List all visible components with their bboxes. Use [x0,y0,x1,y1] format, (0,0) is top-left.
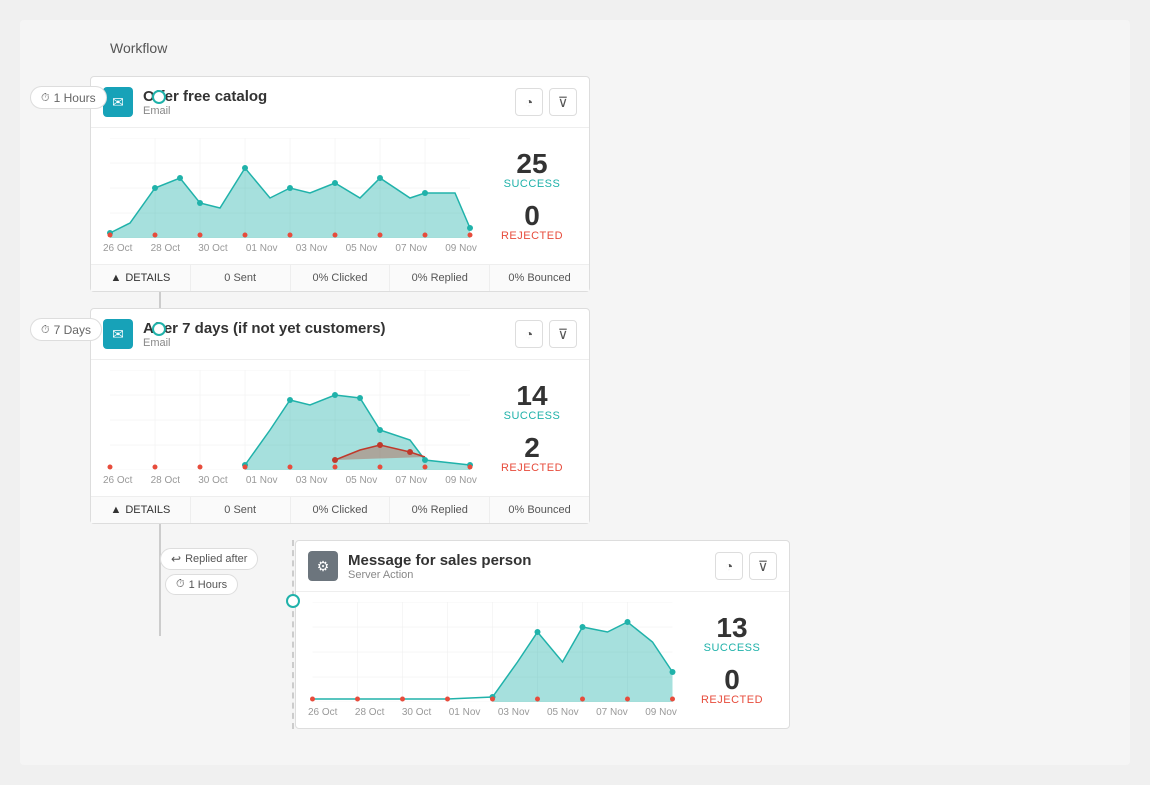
step2-header: ✉ After 7 days (if not yet customers) Em… [91,309,589,360]
filter-icon-sub [758,558,768,575]
sub-step-dot [286,594,300,608]
step1-replied-stat: 0% Replied [390,265,490,291]
step2-rejected-count: 2 [487,434,577,462]
sub-step-timer: ⏱ 1 Hours [165,574,238,595]
step1-success-count: 25 [487,150,577,178]
pie-icon-sub [725,558,733,574]
step1-filter-btn[interactable] [549,88,577,116]
sub-success-label: SUCCESS [687,642,777,654]
step2-wrapper: 7 Days ✉ After 7 days (if not yet custom… [30,308,1110,524]
step1-email-icon: ✉ [103,87,133,117]
step1-rejected-label: REJECTED [487,230,577,242]
step1-body: 26 Oct 28 Oct 30 Oct 01 Nov 03 Nov 05 No… [91,128,589,264]
step2-clicked-stat: 0% Clicked [291,497,391,523]
clock-icon-2 [41,322,50,337]
sub-gear-icon: ⚙ [308,551,338,581]
sub-chart-labels: 26 Oct 28 Oct 30 Oct 01 Nov 03 Nov 05 No… [308,707,677,718]
step2-details-btn[interactable]: ▲ DETAILS [91,497,191,523]
sub-success-count: 13 [687,614,777,642]
step1-clicked-stat: 0% Clicked [291,265,391,291]
step2-subtitle: Email [143,337,386,349]
reply-icon: ↩ [171,552,181,566]
step1-success-label: SUCCESS [487,178,577,190]
step2-title: After 7 days (if not yet customers) [143,320,386,337]
sub-card-body: 26 Oct 28 Oct 30 Oct 01 Nov 03 Nov 05 No… [296,592,789,728]
pie-icon-1 [525,94,533,110]
step2-dot [152,322,166,336]
chart-icon-2: ▲ [110,504,121,516]
step1-pie-btn[interactable] [515,88,543,116]
step1-wrapper: 1 Hours ✉ Offer free catalog Email [30,76,1110,292]
step1-details-btn[interactable]: ▲ DETAILS [91,265,191,291]
step2-bounced-stat: 0% Bounced [490,497,589,523]
step2-chart-svg [103,370,477,470]
clock-icon-sub: ⏱ [176,578,185,591]
step1-chart-svg [103,138,477,238]
sub-chart-svg [308,602,677,702]
step1-chart-labels: 26 Oct 28 Oct 30 Oct 01 Nov 03 Nov 05 No… [103,243,477,254]
clock-icon-1 [41,90,50,105]
step1-sent-stat: 0 Sent [191,265,291,291]
step1-header: ✉ Offer free catalog Email [91,77,589,128]
sub-step-wrapper: ↩ Replied after ⏱ 1 Hours ⚙ Message for … [30,540,1110,729]
sub-filter-btn[interactable] [749,552,777,580]
sub-card-subtitle: Server Action [348,569,531,581]
sub-rejected-label: REJECTED [687,694,777,706]
step2-email-icon: ✉ [103,319,133,349]
sub-card-header: ⚙ Message for sales person Server Action [296,541,789,592]
step2-sent-stat: 0 Sent [191,497,291,523]
step2-footer: ▲ DETAILS 0 Sent 0% Clicked 0% Replied 0… [91,496,589,523]
step1-footer: ▲ DETAILS 0 Sent 0% Clicked 0% Replied 0… [91,264,589,291]
step2-card: ✉ After 7 days (if not yet customers) Em… [90,308,590,524]
sub-pie-btn[interactable] [715,552,743,580]
step2-chart-labels: 26 Oct 28 Oct 30 Oct 01 Nov 03 Nov 05 No… [103,475,477,486]
step1-rejected-count: 0 [487,202,577,230]
step2-timer: 7 Days [30,318,102,341]
sub-stats: 13 SUCCESS 0 REJECTED [687,602,777,718]
step2-rejected-label: REJECTED [487,462,577,474]
chart-icon-1: ▲ [110,272,121,284]
step2-chart-area: 26 Oct 28 Oct 30 Oct 01 Nov 03 Nov 05 No… [103,370,477,486]
step2-body: 26 Oct 28 Oct 30 Oct 01 Nov 03 Nov 05 No… [91,360,589,496]
sub-rejected-count: 0 [687,666,777,694]
step2-replied-stat: 0% Replied [390,497,490,523]
step1-timer: 1 Hours [30,86,107,109]
sub-timeline-line [292,540,294,729]
step1-dot [152,90,166,104]
workflow-container: Workflow 1 Hours ✉ Offer free catalog Em… [20,20,1130,765]
step1-subtitle: Email [143,105,267,117]
step-section: 1 Hours ✉ Offer free catalog Email [30,76,1110,729]
sub-step-card: ⚙ Message for sales person Server Action [295,540,790,729]
step1-stats: 25 SUCCESS 0 REJECTED [487,138,577,254]
sub-card-title: Message for sales person [348,552,531,569]
step2-stats: 14 SUCCESS 2 REJECTED [487,370,577,486]
step1-card: ✉ Offer free catalog Email [90,76,590,292]
step2-filter-btn[interactable] [549,320,577,348]
sub-chart-area: 26 Oct 28 Oct 30 Oct 01 Nov 03 Nov 05 No… [308,602,677,718]
pie-icon-2 [525,326,533,342]
filter-icon-2 [558,326,568,343]
step2-pie-btn[interactable] [515,320,543,348]
step2-success-label: SUCCESS [487,410,577,422]
step1-bounced-stat: 0% Bounced [490,265,589,291]
step2-success-count: 14 [487,382,577,410]
step1-chart-area: 26 Oct 28 Oct 30 Oct 01 Nov 03 Nov 05 No… [103,138,477,254]
workflow-title: Workflow [30,40,1110,56]
replied-after-badge: ↩ Replied after [160,548,258,570]
filter-icon-1 [558,94,568,111]
